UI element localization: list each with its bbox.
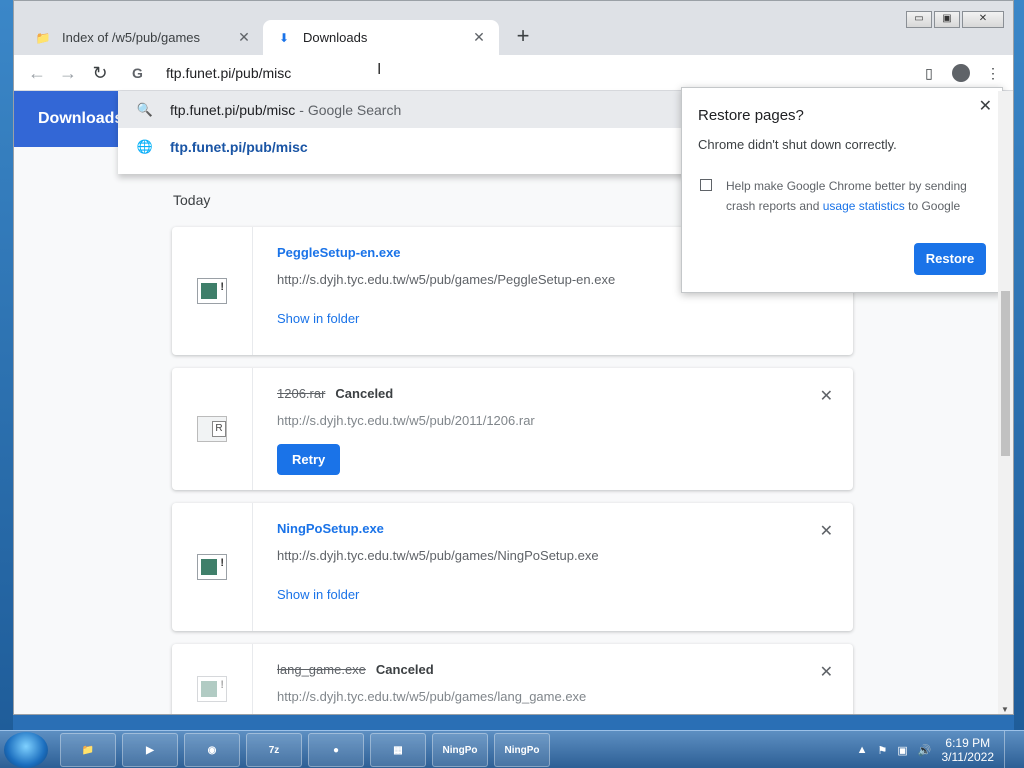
desktop-background-right (1014, 0, 1024, 730)
download-card: 1206.rar Canceled http://s.dyjh.tyc.edu.t… (172, 368, 853, 490)
scrollbar[interactable]: ▼ (998, 91, 1013, 714)
chrome-icon[interactable]: ◉ (184, 733, 240, 767)
clock[interactable]: 6:19 PM 3/11/2022 (942, 736, 995, 764)
show-in-folder-link[interactable]: Show in folder (277, 311, 813, 326)
tab-index-games[interactable]: 📁 Index of /w5/pub/games ✕ (22, 20, 264, 55)
suggestion-text: ftp.funet.pi/pub/misc (170, 138, 308, 155)
folder-globe-icon: 📁 (35, 30, 51, 45)
restore-button[interactable]: Restore (914, 243, 986, 275)
remove-icon[interactable]: ✕ (820, 521, 833, 541)
file-url[interactable]: http://s.dyjh.tyc.edu.tw/w5/pub/2011/120… (277, 413, 813, 428)
download-card: NingPoSetup.exe http://s.dyjh.tyc.edu.tw… (172, 503, 853, 631)
ningpo-icon[interactable]: NingPo (432, 733, 488, 767)
file-icon-column (172, 368, 253, 490)
angry-birds-icon[interactable]: ● (308, 733, 364, 767)
menu-icon[interactable]: ⋮ (981, 61, 1005, 85)
show-hidden-icons-icon[interactable]: ▲ (857, 744, 868, 756)
suggestion-subtext: - Google Search (299, 101, 402, 118)
reload-button[interactable]: ↻ (88, 61, 112, 85)
profile-icon[interactable] (949, 61, 973, 85)
file-name-link[interactable]: NingPoSetup.exe (277, 521, 813, 536)
remove-icon[interactable]: ✕ (820, 662, 833, 682)
explorer-icon[interactable]: 📁 (60, 733, 116, 767)
tab-strip: 📁 Index of /w5/pub/games ✕ ⬇ Downloads ✕… (14, 1, 1013, 55)
download-card: lang_game.exe Canceled http://s.dyjh.tyc.… (172, 644, 853, 714)
retry-button[interactable]: Retry (277, 444, 341, 475)
section-label-today: Today (173, 192, 211, 208)
google-icon: G (132, 64, 143, 81)
crash-report-checkbox[interactable] (700, 179, 712, 191)
clock-time: 6:19 PM (945, 736, 991, 750)
volume-icon[interactable]: 🔊 (918, 744, 932, 757)
suggestion-search[interactable]: 🔍 ftp.funet.pi/pub/misc - Google Search (118, 91, 698, 128)
crash-report-label: Help make Google Chrome better by sendin… (726, 176, 988, 216)
remove-icon[interactable]: ✕ (820, 386, 833, 406)
desktop-background-left (0, 0, 13, 730)
control-panel-icon[interactable]: ▦ (370, 733, 426, 767)
back-button[interactable]: ← (25, 61, 49, 85)
maximize-button[interactable]: ▣ (934, 11, 960, 28)
media-player-icon[interactable]: ▶ (122, 733, 178, 767)
omnibox-suggestions: 🔍 ftp.funet.pi/pub/misc - Google Search … (118, 91, 698, 174)
file-url[interactable]: http://s.dyjh.tyc.edu.tw/w5/pub/games/Ni… (277, 548, 813, 563)
file-icon-column (172, 644, 253, 714)
status-badge: Canceled (375, 662, 434, 677)
file-url[interactable]: http://s.dyjh.tyc.edu.tw/w5/pub/games/la… (277, 689, 813, 704)
tab-downloads[interactable]: ⬇ Downloads ✕ (263, 20, 499, 55)
restore-pages-dialog: Restore pages? ✕ Chrome didn't shut down… (681, 87, 1003, 293)
usage-statistics-link[interactable]: usage statistics (823, 199, 905, 213)
status-badge: Canceled (335, 386, 394, 401)
help-text-end: to Google (908, 199, 961, 213)
file-name: lang_game.exe (277, 662, 366, 677)
window-controls: ▭ ▣ ✕ (906, 11, 1004, 28)
dialog-message: Chrome didn't shut down correctly. (698, 137, 897, 152)
system-tray: ▲ ⚑ ▣ 🔊 6:19 PM 3/11/2022 (857, 731, 1016, 768)
search-icon: 🔍 (136, 101, 154, 117)
clock-date: 3/11/2022 (941, 750, 995, 764)
show-desktop-button[interactable] (1004, 731, 1016, 768)
scrollbar-thumb[interactable] (1001, 291, 1010, 456)
close-icon[interactable]: ✕ (979, 96, 992, 116)
suggestion-url[interactable]: 🌐 ftp.funet.pi/pub/misc (118, 128, 698, 165)
text-cursor-icon: I (377, 61, 382, 78)
tab-title: Downloads (303, 30, 368, 45)
address-input[interactable] (166, 64, 566, 81)
close-window-button[interactable]: ✕ (962, 11, 1004, 28)
forward-button[interactable]: → (56, 61, 80, 85)
side-panel-icon[interactable]: ▯ (917, 61, 941, 85)
minimize-button[interactable]: ▭ (906, 11, 932, 28)
exe-file-icon (197, 278, 227, 304)
ningpo-icon-2[interactable]: NingPo (494, 733, 550, 767)
file-icon-column (172, 503, 253, 631)
download-icon: ⬇ (278, 30, 290, 45)
new-tab-button[interactable]: + (511, 25, 535, 49)
taskbar: 📁 ▶ ◉ 7z ● ▦ NingPo NingPo ▲ ⚑ ▣ 🔊 6:19 … (0, 730, 1024, 768)
suggestion-text: ftp.funet.pi/pub/misc (170, 101, 296, 118)
toolbar: ← → ↻ G I ▯ ⋮ (14, 55, 1013, 91)
dialog-title: Restore pages? (698, 107, 804, 124)
tab-title: Index of /w5/pub/games (62, 30, 201, 45)
file-icon-column (172, 227, 253, 355)
rar-file-icon (197, 416, 227, 442)
globe-icon: 🌐 (136, 138, 154, 154)
network-icon[interactable]: ▣ (897, 744, 907, 757)
sevenzip-icon[interactable]: 7z (246, 733, 302, 767)
show-in-folder-link[interactable]: Show in folder (277, 587, 813, 602)
toolbar-actions: ▯ ⋮ (917, 61, 1005, 85)
flag-icon[interactable]: ⚑ (878, 744, 888, 757)
file-name: 1206.rar (277, 386, 326, 401)
chrome-window: 📁 Index of /w5/pub/games ✕ ⬇ Downloads ✕… (13, 0, 1014, 715)
exe-file-icon (197, 676, 227, 702)
start-button[interactable] (4, 732, 48, 768)
exe-file-icon (197, 554, 227, 580)
close-icon[interactable]: ✕ (236, 29, 252, 46)
page-title: Downloads (38, 110, 124, 127)
close-icon[interactable]: ✕ (471, 29, 487, 46)
omnibox[interactable]: G (118, 55, 698, 90)
scroll-down-icon[interactable]: ▼ (1001, 705, 1009, 714)
